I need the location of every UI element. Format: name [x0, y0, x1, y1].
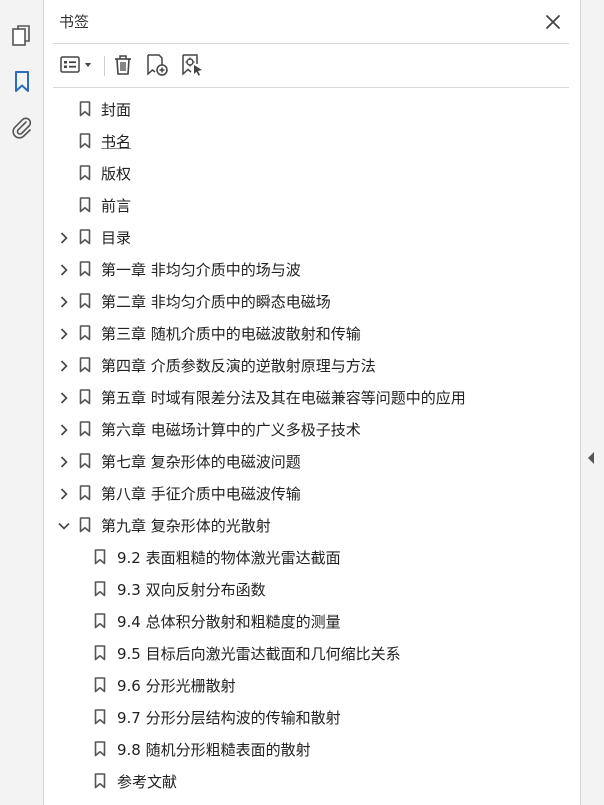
bookmark-label: 版权 — [101, 165, 132, 183]
bookmark-row[interactable]: 第三章 随机介质中的电磁波散射和传输 — [45, 318, 565, 348]
right-panel-rail — [580, 0, 604, 805]
bookmark-label: 9.6 分形光栅散射 — [117, 677, 236, 695]
chevron-right-icon[interactable] — [57, 390, 71, 404]
bookmark-label: 书名 — [101, 133, 132, 151]
bookmark-label: 第四章 介质参数反演的逆散射原理与方法 — [101, 357, 376, 375]
bookmark-label: 9.2 表面粗糙的物体激光雷达截面 — [117, 549, 341, 567]
bookmark-row[interactable]: 目录 — [45, 222, 565, 252]
bookmark-icon — [79, 325, 91, 341]
bookmark-label: 9.8 随机分形粗糙表面的散射 — [117, 741, 311, 759]
bookmark-row[interactable]: 第九章 复杂形体的光散射 — [45, 510, 565, 540]
header-divider — [53, 43, 569, 44]
bookmark-icon — [94, 549, 106, 565]
bookmark-label: 参考文献 — [117, 773, 178, 791]
bookmark-icon — [79, 101, 91, 117]
bookmark-row[interactable]: 9.6 分形光栅散射 — [45, 670, 565, 700]
bookmark-icon — [94, 773, 106, 789]
attachment-icon[interactable] — [8, 114, 36, 142]
bookmark-row[interactable]: 书名 — [45, 126, 565, 156]
bookmark-icon — [79, 517, 91, 533]
chevron-right-icon[interactable] — [57, 486, 71, 500]
bookmark-row[interactable]: 9.8 随机分形粗糙表面的散射 — [45, 734, 565, 764]
new-bookmark-icon[interactable] — [145, 51, 171, 79]
bookmark-label: 9.7 分形分层结构波的传输和散射 — [117, 709, 341, 727]
bookmark-icon — [94, 709, 106, 725]
close-icon[interactable] — [543, 12, 563, 32]
bookmark-icon — [94, 677, 106, 693]
bookmark-label: 第六章 电磁场计算中的广义多极子技术 — [101, 421, 361, 439]
bookmark-label: 封面 — [101, 101, 132, 119]
bookmark-label: 第五章 时域有限差分法及其在电磁兼容等问题中的应用 — [101, 389, 466, 407]
bookmark-label: 9.3 双向反射分布函数 — [117, 581, 266, 599]
bookmark-icon — [79, 357, 91, 373]
toolbar-divider — [53, 87, 569, 88]
bookmark-row[interactable]: 9.7 分形分层结构波的传输和散射 — [45, 702, 565, 732]
bookmark-label: 目录 — [101, 229, 132, 247]
chevron-right-icon[interactable] — [57, 326, 71, 340]
bookmark-icon — [79, 389, 91, 405]
bookmark-row[interactable]: 9.5 目标后向激光雷达截面和几何缩比关系 — [45, 638, 565, 668]
bookmark-icon[interactable] — [8, 68, 36, 96]
toolbar-separator — [104, 56, 105, 76]
chevron-right-icon[interactable] — [57, 262, 71, 276]
bookmark-label: 第九章 复杂形体的光散射 — [101, 517, 271, 535]
bookmark-label: 前言 — [101, 197, 132, 215]
chevron-right-icon[interactable] — [57, 454, 71, 468]
bookmark-label: 9.5 目标后向激光雷达截面和几何缩比关系 — [117, 645, 401, 663]
chevron-right-icon[interactable] — [57, 294, 71, 308]
bookmark-icon — [79, 421, 91, 437]
bookmark-row[interactable]: 第五章 时域有限差分法及其在电磁兼容等问题中的应用 — [45, 382, 565, 412]
bookmark-label: 9.4 总体积分散射和粗糙度的测量 — [117, 613, 341, 631]
chevron-right-icon[interactable] — [57, 358, 71, 372]
options-menu-icon[interactable] — [59, 51, 95, 79]
pages-icon[interactable] — [8, 22, 36, 50]
bookmark-icon — [79, 261, 91, 277]
bookmark-row[interactable]: 第四章 介质参数反演的逆散射原理与方法 — [45, 350, 565, 380]
delete-icon[interactable] — [112, 51, 134, 79]
navigation-rail — [0, 0, 44, 805]
bookmarks-toolbar — [45, 48, 580, 84]
bookmark-icon — [79, 485, 91, 501]
bookmark-label: 第一章 非均匀介质中的场与波 — [101, 261, 301, 279]
chevron-right-icon[interactable] — [57, 230, 71, 244]
bookmark-icon — [79, 293, 91, 309]
bookmark-from-selection-icon[interactable] — [180, 51, 206, 79]
bookmark-row[interactable]: 9.2 表面粗糙的物体激光雷达截面 — [45, 542, 565, 572]
bookmark-label: 第七章 复杂形体的电磁波问题 — [101, 453, 301, 471]
bookmark-label: 第八章 手征介质中电磁波传输 — [101, 485, 301, 503]
bookmark-label: 第二章 非均匀介质中的瞬态电磁场 — [101, 293, 331, 311]
bookmark-row[interactable]: 第八章 手征介质中电磁波传输 — [45, 478, 565, 508]
bookmark-icon — [94, 613, 106, 629]
bookmark-label: 第三章 随机介质中的电磁波散射和传输 — [101, 325, 361, 343]
bookmark-icon — [79, 197, 91, 213]
bookmark-icon — [79, 229, 91, 245]
bookmark-icon — [79, 453, 91, 469]
panel-title: 书签 — [59, 13, 90, 31]
bookmark-row[interactable]: 第二章 非均匀介质中的瞬态电磁场 — [45, 286, 565, 316]
bookmark-row[interactable]: 前言 — [45, 190, 565, 220]
bookmark-row[interactable]: 版权 — [45, 158, 565, 188]
bookmarks-panel: 书签 封面 书名 版权 前言 目录 第一章 非均匀介质中的场与波 第二章 非均匀… — [45, 0, 580, 805]
panel-header: 书签 — [45, 0, 580, 44]
bookmark-icon — [94, 645, 106, 661]
bookmark-row[interactable]: 第七章 复杂形体的电磁波问题 — [45, 446, 565, 476]
bookmark-row[interactable]: 封面 — [45, 94, 565, 124]
bookmark-icon — [94, 581, 106, 597]
bookmark-icon — [79, 133, 91, 149]
bookmark-row[interactable]: 9.3 双向反射分布函数 — [45, 574, 565, 604]
bookmark-row[interactable]: 参考文献 — [45, 766, 565, 796]
bookmark-icon — [79, 165, 91, 181]
chevron-right-icon[interactable] — [57, 422, 71, 436]
bookmark-row[interactable]: 第一章 非均匀介质中的场与波 — [45, 254, 565, 284]
bookmark-icon — [94, 741, 106, 757]
bookmark-row[interactable]: 第六章 电磁场计算中的广义多极子技术 — [45, 414, 565, 444]
collapse-arrow-icon[interactable] — [588, 452, 594, 464]
chevron-down-icon[interactable] — [57, 518, 71, 532]
bookmark-row[interactable]: 9.4 总体积分散射和粗糙度的测量 — [45, 606, 565, 636]
